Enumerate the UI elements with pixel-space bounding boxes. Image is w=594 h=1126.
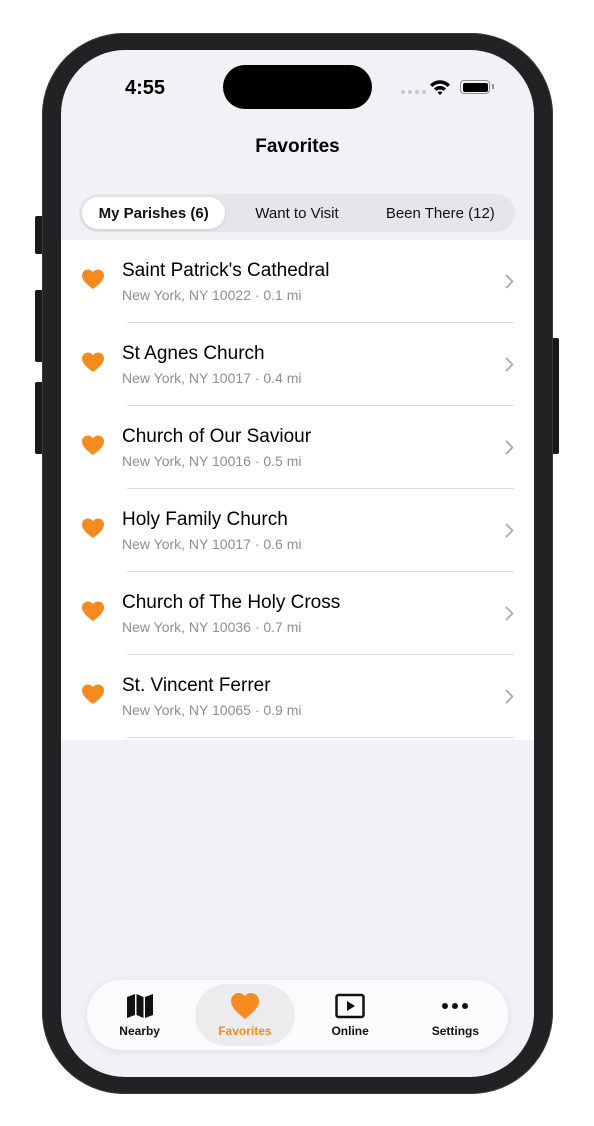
play-icon	[335, 993, 365, 1019]
parish-name: St Agnes Church	[122, 343, 265, 364]
tab-nearby[interactable]: Nearby	[90, 984, 190, 1046]
parish-location: New York, NY 10065 · 0.9 mi	[122, 702, 302, 718]
parish-location: New York, NY 10017 · 0.6 mi	[122, 536, 302, 552]
parish-name: Church of Our Saviour	[122, 426, 312, 447]
parish-location: New York, NY 10016 · 0.5 mi	[122, 453, 302, 469]
tab-label: Settings	[431, 1024, 480, 1038]
segment-been-there[interactable]: Been There (12)	[369, 197, 512, 229]
battery-icon	[460, 80, 494, 94]
status-time: 4:55	[125, 77, 166, 99]
parish-name: Saint Patrick's Cathedral	[122, 260, 330, 281]
chevron-right-icon	[505, 274, 514, 289]
segmented-control: My Parishes (6) Want to Visit Been There…	[79, 194, 515, 232]
cellular-signal-icon	[401, 90, 426, 94]
parish-location: New York, NY 10017 · 0.4 mi	[122, 370, 302, 386]
parish-location: New York, NY 10022 · 0.1 mi	[122, 287, 302, 303]
parish-name: Holy Family Church	[122, 509, 288, 530]
heart-icon[interactable]	[81, 600, 105, 622]
tab-label: Nearby	[119, 1024, 160, 1038]
parish-row[interactable]: Church of Our Saviour New York, NY 10016 …	[61, 406, 534, 489]
wifi-icon	[430, 80, 450, 95]
device-frame: 4:55 Favorites My Parishes (6) Want to V…	[0, 0, 594, 1126]
heart-icon[interactable]	[81, 434, 105, 456]
chevron-right-icon	[505, 523, 514, 538]
page-title: Favorites	[255, 136, 340, 157]
parish-name: Church of The Holy Cross	[122, 592, 341, 613]
parish-location: New York, NY 10036 · 0.7 mi	[122, 619, 302, 635]
parish-row[interactable]: Church of The Holy Cross New York, NY 100…	[61, 572, 534, 655]
row-separator	[127, 737, 514, 738]
chevron-right-icon	[505, 440, 514, 455]
parish-row[interactable]: Holy Family Church New York, NY 10017 · 0…	[61, 489, 534, 572]
heart-icon[interactable]	[81, 683, 105, 705]
dynamic-island	[223, 65, 372, 109]
screen: 4:55 Favorites My Parishes (6) Want to V…	[61, 50, 534, 1077]
parish-name: St. Vincent Ferrer	[122, 675, 271, 696]
map-icon	[126, 994, 153, 1018]
chevron-right-icon	[505, 357, 514, 372]
segment-want-to-visit[interactable]: Want to Visit	[225, 197, 368, 229]
heart-icon[interactable]	[81, 268, 105, 290]
tab-online[interactable]: Online	[300, 984, 400, 1046]
parish-row[interactable]: Saint Patrick's Cathedral New York, NY 10…	[61, 240, 534, 323]
heart-icon[interactable]	[81, 351, 105, 373]
tab-favorites[interactable]: Favorites	[194, 984, 295, 1046]
parish-row[interactable]: St Agnes Church New York, NY 10017 · 0.4 …	[61, 323, 534, 406]
parish-row[interactable]: St. Vincent Ferrer New York, NY 10065 · 0…	[61, 655, 534, 738]
parish-list: Saint Patrick's Cathedral New York, NY 10…	[61, 240, 534, 740]
ellipsis-icon	[442, 1003, 469, 1009]
heart-icon	[230, 993, 259, 1019]
tab-settings[interactable]: Settings	[405, 984, 505, 1046]
segment-my-parishes[interactable]: My Parishes (6)	[82, 197, 226, 229]
tab-bar: Nearby Favorites Online Settings	[87, 980, 508, 1050]
heart-icon[interactable]	[81, 517, 105, 539]
tab-label: Online	[331, 1024, 369, 1038]
chevron-right-icon	[505, 606, 514, 621]
tab-label: Favorites	[218, 1024, 272, 1038]
chevron-right-icon	[505, 689, 514, 704]
